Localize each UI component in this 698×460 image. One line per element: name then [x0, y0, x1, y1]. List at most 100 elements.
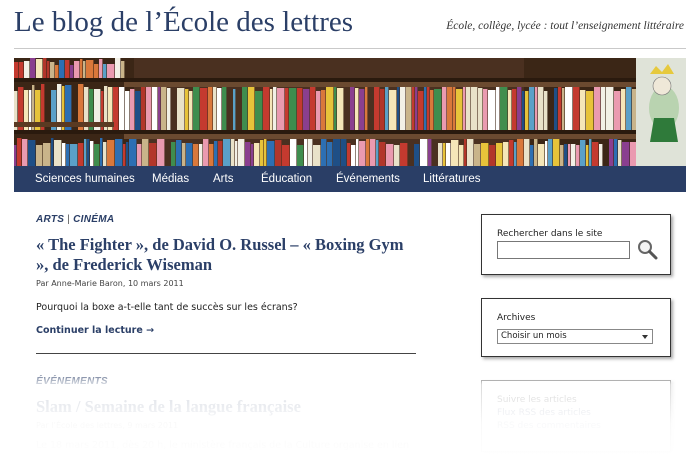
book-spine	[248, 87, 255, 130]
book-spine	[496, 87, 500, 130]
category-link-evenements[interactable]: ÉVÉNEMENTS	[36, 376, 108, 387]
book-spine	[213, 84, 217, 130]
bookshelf-banner	[14, 58, 686, 166]
book-spine	[453, 87, 456, 130]
book-spine	[481, 143, 489, 166]
magnifier-icon	[638, 240, 658, 260]
book-spine	[503, 142, 509, 166]
rss-comments-link[interactable]: RSS des commentaires	[497, 421, 601, 431]
book-spine	[414, 144, 420, 166]
book-spine	[115, 58, 121, 78]
book-spine	[380, 89, 385, 130]
book-spine	[310, 87, 316, 130]
category-link-cinema[interactable]: CINÉMA	[73, 214, 114, 225]
book-spine	[529, 87, 535, 130]
bookshelf-illustration	[14, 58, 686, 166]
book-spine	[167, 88, 171, 130]
category-separator: |	[67, 214, 71, 225]
nav-litteratures[interactable]: Littératures	[423, 166, 481, 192]
book-spine	[233, 89, 236, 130]
book-spine	[394, 145, 400, 166]
book-spine	[103, 64, 107, 78]
book-spine	[592, 142, 599, 166]
book-spine	[341, 138, 347, 166]
book-spine	[62, 143, 66, 166]
book-spine	[14, 145, 17, 166]
book-spine	[231, 138, 235, 166]
book-spine	[199, 144, 203, 166]
book-spine	[130, 89, 135, 130]
book-spine	[351, 145, 356, 166]
site-title[interactable]: Le blog de l’École des lettres	[14, 6, 353, 39]
book-spine	[119, 87, 125, 130]
book-spine	[36, 59, 43, 78]
post-title-link[interactable]: « The Fighter », de David O. Russel – « …	[36, 235, 416, 275]
book-spine	[459, 145, 464, 166]
book-spine	[182, 143, 186, 166]
category-link-arts[interactable]: ARTS	[36, 214, 64, 225]
post-title-link[interactable]: Slam / Semaine de la langue française	[36, 397, 416, 417]
rss-articles-link[interactable]: Flux RSS des articles	[497, 408, 601, 418]
book-spine	[255, 91, 263, 130]
book-spine	[420, 139, 428, 166]
search-input[interactable]	[497, 241, 630, 259]
nav-evenements[interactable]: Événements	[336, 166, 400, 192]
book-spine	[142, 138, 149, 166]
book-spine	[186, 143, 193, 166]
book-spine	[171, 142, 176, 166]
book-spine	[245, 142, 251, 166]
post-article: ARTS | CINÉMA « The Fighter », de David O.…	[36, 214, 416, 337]
post-byline: Par l’École des lettres, 9 mars 2011	[36, 421, 179, 430]
book-spine	[100, 138, 103, 166]
book-spine	[548, 138, 553, 166]
book-spine	[24, 61, 30, 78]
archives-month-select[interactable]: Choisir un mois	[497, 329, 653, 344]
book-spine	[51, 138, 54, 166]
search-button[interactable]	[635, 237, 659, 261]
book-spine	[326, 86, 334, 130]
book-spine	[28, 140, 36, 166]
book-spine	[316, 91, 321, 130]
post-byline: Par Anne-Marie Baron, 10 mars 2011	[36, 279, 184, 288]
book-spine	[535, 84, 538, 130]
book-spine	[580, 90, 586, 130]
book-spine	[544, 91, 548, 130]
book-spine	[500, 87, 508, 130]
nav-education[interactable]: Éducation	[261, 166, 312, 192]
book-spine	[558, 87, 562, 130]
book-spine	[218, 141, 223, 166]
book-spine	[65, 60, 70, 78]
book-spine	[525, 91, 529, 130]
book-spine	[389, 90, 397, 130]
book-spine	[193, 144, 199, 166]
book-spine	[614, 91, 621, 130]
nav-arts[interactable]: Arts	[213, 166, 233, 192]
book-spine	[467, 138, 474, 166]
read-more-link[interactable]: Continuer la lecture →	[36, 325, 154, 336]
book-spine	[576, 145, 580, 166]
book-spine	[483, 89, 488, 130]
book-spine	[22, 139, 28, 166]
book-spine	[626, 86, 632, 130]
nav-sciences-humaines[interactable]: Sciences humaines	[35, 166, 135, 192]
book-spine	[282, 145, 290, 166]
book-spine	[601, 85, 606, 130]
book-spine	[115, 139, 123, 166]
post-categories: ARTS | CINÉMA	[36, 214, 416, 225]
book-spine	[297, 88, 303, 130]
book-spine	[94, 144, 100, 166]
book-spine	[412, 85, 415, 130]
book-spine	[337, 88, 344, 130]
book-spine	[70, 65, 74, 78]
nav-medias[interactable]: Médias	[152, 166, 189, 192]
book-spine	[434, 89, 442, 130]
book-spine	[538, 144, 545, 166]
book-spine	[19, 62, 24, 78]
book-spine	[308, 139, 313, 166]
book-spine	[586, 145, 589, 166]
book-spine	[514, 142, 517, 166]
book-spine	[270, 89, 273, 130]
book-spine	[442, 86, 447, 130]
book-spine	[474, 144, 481, 166]
book-spine	[54, 140, 62, 166]
